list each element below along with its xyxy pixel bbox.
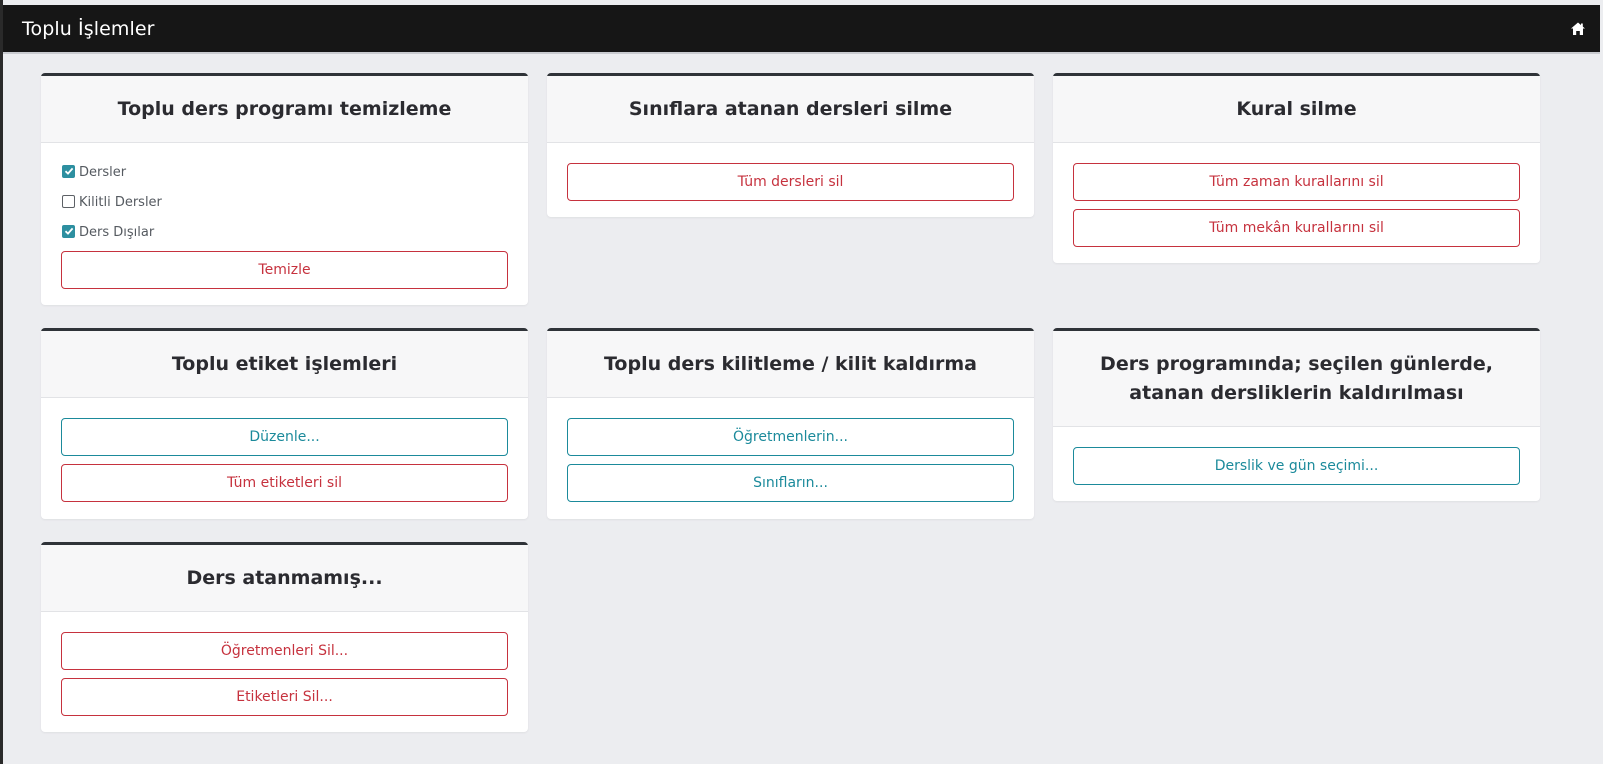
room-day-select-button[interactable]: Derslik ve gün seçimi... (1073, 447, 1520, 485)
card-unassigned: Ders atanmamış... Öğretmenleri Sil... Et… (41, 542, 528, 732)
teachers-lock-button[interactable]: Öğretmenlerin... (567, 418, 1014, 456)
option-locked-lessons[interactable]: Kilitli Dersler (61, 187, 508, 217)
edit-tags-button[interactable]: Düzenle... (61, 418, 508, 456)
clear-button[interactable]: Temizle (61, 251, 508, 289)
card-delete-rules: Kural silme Tüm zaman kurallarını sil Tü… (1053, 73, 1540, 263)
option-non-lessons[interactable]: Ders Dışılar (61, 217, 508, 247)
option-label: Ders Dışılar (79, 224, 155, 240)
option-lessons[interactable]: Dersler (61, 157, 508, 187)
card-title: Toplu ders kilitleme / kilit kaldırma (547, 331, 1034, 398)
classes-lock-button[interactable]: Sınıfların... (567, 464, 1014, 502)
card-title: Ders atanmamış... (41, 545, 528, 612)
card-title: Toplu etiket işlemleri (41, 331, 528, 398)
delete-all-lessons-button[interactable]: Tüm dersleri sil (567, 163, 1014, 201)
checkbox-lessons[interactable] (62, 164, 75, 178)
home-icon[interactable] (1570, 21, 1586, 37)
delete-space-rules-button[interactable]: Tüm mekân kurallarını sil (1073, 209, 1520, 247)
card-title: Sınıflara atanan dersleri silme (547, 76, 1034, 143)
card-clear-schedule: Toplu ders programı temizleme Dersler Ki… (41, 73, 528, 305)
card-title: Ders programında; seçilen günlerde, atan… (1053, 331, 1540, 427)
card-title: Toplu ders programı temizleme (41, 76, 528, 143)
checkbox-non-lessons[interactable] (62, 224, 75, 238)
card-title: Kural silme (1053, 76, 1540, 143)
delete-time-rules-button[interactable]: Tüm zaman kurallarını sil (1073, 163, 1520, 201)
option-label: Kilitli Dersler (79, 194, 162, 210)
card-delete-class-lessons: Sınıflara atanan dersleri silme Tüm ders… (547, 73, 1034, 217)
page-title: Toplu İşlemler (22, 17, 155, 40)
card-lock-lessons: Toplu ders kilitleme / kilit kaldırma Öğ… (547, 328, 1034, 519)
delete-teachers-button[interactable]: Öğretmenleri Sil... (61, 632, 508, 670)
checkbox-locked-lessons[interactable] (62, 194, 75, 208)
card-tags: Toplu etiket işlemleri Düzenle... Tüm et… (41, 328, 528, 519)
card-remove-rooms: Ders programında; seçilen günlerde, atan… (1053, 328, 1540, 501)
option-label: Dersler (79, 164, 127, 180)
delete-tags-button[interactable]: Etiketleri Sil... (61, 678, 508, 716)
delete-all-tags-button[interactable]: Tüm etiketleri sil (61, 464, 508, 502)
top-bar: Toplu İşlemler (3, 5, 1600, 54)
